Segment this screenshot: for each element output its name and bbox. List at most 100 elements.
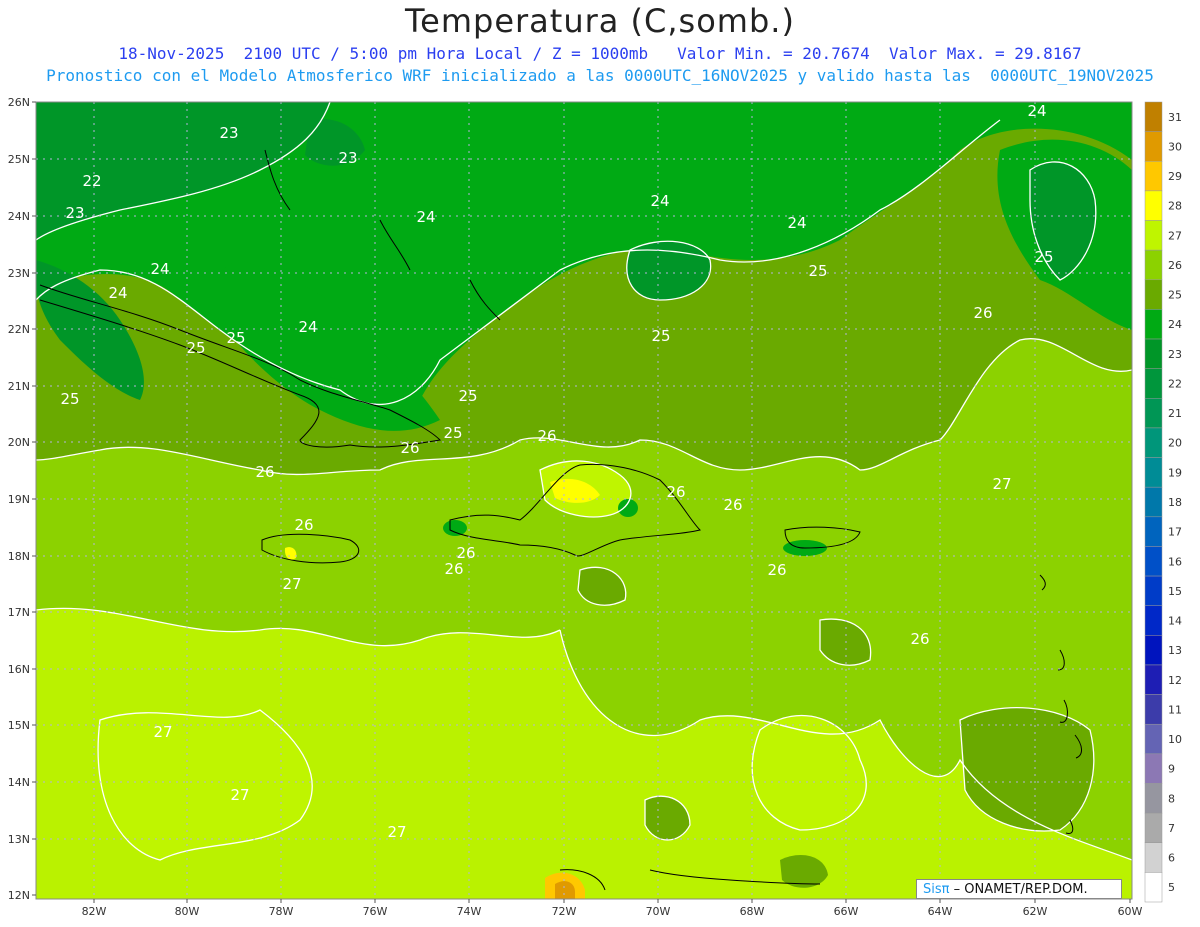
lat-tick-label: 26N <box>8 96 30 109</box>
lat-tick-label: 21N <box>8 380 30 393</box>
contour-label: 26 <box>767 561 786 579</box>
colorbar-swatch <box>1144 101 1163 132</box>
colorbar-swatch <box>1144 516 1163 547</box>
lat-tick-label: 17N <box>8 606 30 619</box>
lon-tick-label: 76W <box>363 905 388 918</box>
lat-tick-label: 24N <box>8 210 30 223</box>
colorbar-swatch <box>1144 664 1163 695</box>
lat-tick-label: 19N <box>8 493 30 506</box>
colorbar-swatch <box>1144 220 1163 251</box>
contour-label: 24 <box>650 192 669 210</box>
contour-label: 26 <box>400 439 419 457</box>
credit-text: – ONAMET/REP.DOM. <box>953 882 1088 897</box>
colorbar-label: 31 <box>1168 111 1182 124</box>
lon-tick-label: 72W <box>552 905 577 918</box>
colorbar-label: 5 <box>1168 881 1175 894</box>
colorbar-label: 30 <box>1168 140 1182 153</box>
colorbar-swatch <box>1144 546 1163 577</box>
contour-label: 26 <box>723 496 742 514</box>
colorbar-label: 24 <box>1168 318 1182 331</box>
contour-label: 25 <box>226 329 245 347</box>
colorbar-swatch <box>1144 783 1163 814</box>
colorbar: 31 30 29 28 27 26 25 24 23 22 21 20 19 18 17 16 15 14 13 12… <box>1144 101 1182 903</box>
colorbar-swatch <box>1144 398 1163 429</box>
contour-label: 27 <box>282 575 301 593</box>
lat-tick-label: 12N <box>8 889 30 902</box>
contour-label: 22 <box>82 172 101 190</box>
contour-label: 26 <box>444 560 463 578</box>
colorbar-label: 8 <box>1168 792 1175 805</box>
colorbar-swatch <box>1144 575 1163 606</box>
contour-label: 24 <box>108 284 127 302</box>
subtitle-model-info: Pronostico con el Modelo Atmosferico WRF… <box>46 66 1154 85</box>
subtitle-valid-time: 18-Nov-2025 2100 UTC / 5:00 pm Hora Loca… <box>118 44 1082 63</box>
colorbar-swatch <box>1144 309 1163 340</box>
colorbar-swatch <box>1144 279 1163 310</box>
latitude-axis: 26N 25N 24N 23N 22N 21N 20N 19N 18N 17N 16N 15N 14N 1… <box>8 96 36 902</box>
map-title: Temperatura (C,somb.) <box>405 2 795 40</box>
contour-label: 26 <box>255 463 274 481</box>
colorbar-label: 23 <box>1168 348 1182 361</box>
lat-tick-label: 23N <box>8 267 30 280</box>
colorbar-label: 17 <box>1168 526 1182 539</box>
lat-tick-label: 18N <box>8 550 30 563</box>
contour-label: 23 <box>338 149 357 167</box>
colorbar-swatch <box>1144 427 1163 458</box>
colorbar-swatch <box>1144 635 1163 666</box>
lat-tick-label: 16N <box>8 663 30 676</box>
lat-tick-label: 20N <box>8 436 30 449</box>
longitude-axis: 82W 80W 78W 76W 74W 72W 70W 68W 66W 64W 62W 60W <box>82 899 1143 918</box>
lon-tick-label: 82W <box>82 905 107 918</box>
lon-tick-label: 66W <box>834 905 859 918</box>
colorbar-label: 20 <box>1168 437 1182 450</box>
lon-tick-label: 70W <box>646 905 671 918</box>
colorbar-label: 25 <box>1168 289 1182 302</box>
colorbar-swatch <box>1144 486 1163 518</box>
colorbar-swatch <box>1144 190 1163 221</box>
contour-label: 25 <box>808 262 827 280</box>
contour-label: 27 <box>153 723 172 741</box>
colorbar-swatch <box>1144 249 1163 281</box>
contour-label: 25 <box>60 390 79 408</box>
colorbar-swatch <box>1144 812 1163 843</box>
colorbar-swatch <box>1144 872 1163 903</box>
contour-label: 24 <box>1027 102 1046 120</box>
colorbar-label: 21 <box>1168 407 1182 420</box>
colorbar-label: 28 <box>1168 200 1182 213</box>
colorbar-label: 13 <box>1168 644 1182 657</box>
colorbar-label: 10 <box>1168 733 1182 746</box>
colorbar-swatch <box>1144 842 1163 873</box>
colorbar-label: 6 <box>1168 852 1175 865</box>
lon-tick-label: 80W <box>175 905 200 918</box>
colorbar-swatch <box>1144 605 1163 636</box>
colorbar-label: 15 <box>1168 585 1182 598</box>
contour-label: 25 <box>443 424 462 442</box>
colorbar-label: 29 <box>1168 170 1182 183</box>
lat-tick-label: 25N <box>8 153 30 166</box>
colorbar-label: 12 <box>1168 674 1182 687</box>
colorbar-swatch <box>1144 753 1163 784</box>
contour-label: 25 <box>186 339 205 357</box>
colorbar-label: 11 <box>1168 703 1182 716</box>
colorbar-label: 16 <box>1168 555 1182 568</box>
contour-label: 24 <box>150 260 169 278</box>
colorbar-swatch <box>1144 131 1163 162</box>
colorbar-swatch <box>1144 723 1163 755</box>
lon-tick-label: 62W <box>1023 905 1048 918</box>
contour-label: 23 <box>65 204 84 222</box>
contour-label: 24 <box>416 208 435 226</box>
lon-tick-label: 64W <box>928 905 953 918</box>
lat-tick-label: 22N <box>8 323 30 336</box>
colorbar-label: 7 <box>1168 822 1175 835</box>
credit-brand: Sisπ <box>923 882 950 897</box>
contour-label: 24 <box>787 214 806 232</box>
colorbar-label: 18 <box>1168 496 1182 509</box>
colorbar-swatch <box>1144 338 1163 369</box>
lat-tick-label: 13N <box>8 833 30 846</box>
contour-label: 27 <box>992 475 1011 493</box>
contour-label: 25 <box>1034 248 1053 266</box>
lon-tick-label: 74W <box>457 905 482 918</box>
lon-tick-label: 78W <box>269 905 294 918</box>
colorbar-swatch <box>1144 694 1163 725</box>
contour-label: 26 <box>910 630 929 648</box>
